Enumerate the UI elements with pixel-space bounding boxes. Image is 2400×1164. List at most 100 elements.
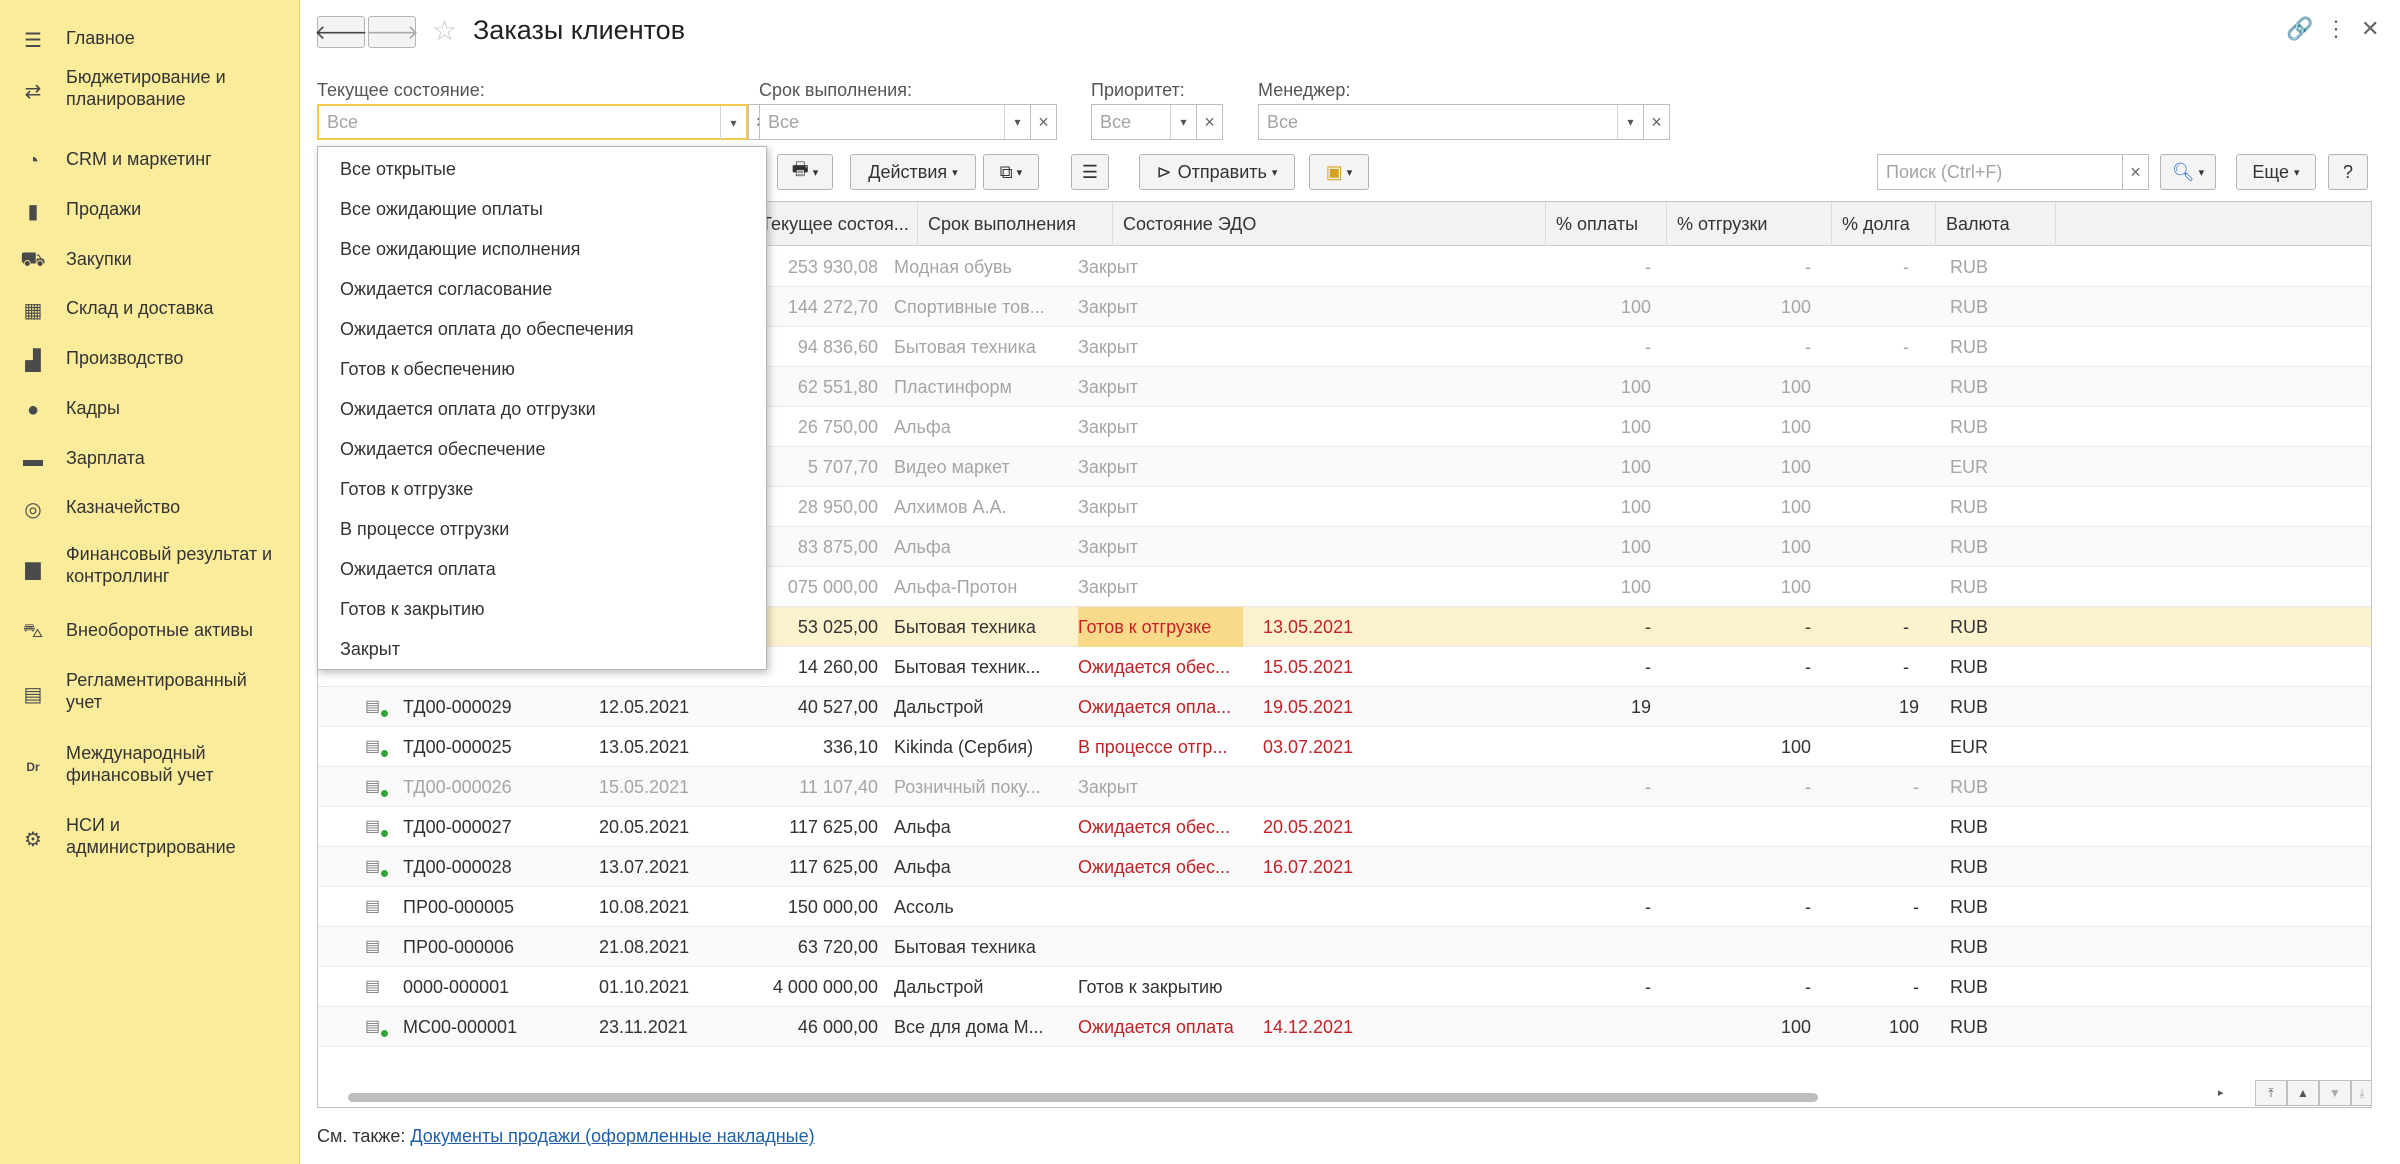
sidebar-item-label: Финансовый результат и контроллинг <box>66 544 273 586</box>
scroll-up-button[interactable]: ▲ <box>2287 1080 2319 1106</box>
ship-cell: 100 <box>1780 297 1811 317</box>
table-row[interactable]: ▤ 0000-000001 01.10.2021 4 000 000,00 Дальст… <box>318 967 2371 1007</box>
sum-cell: 144 272,70 <box>787 297 878 317</box>
document-icon: ▤ <box>365 859 388 877</box>
column-header[interactable]: Состояние ЭДО <box>1113 202 1546 246</box>
help-button[interactable]: ? <box>2328 154 2368 190</box>
dropdown-option[interactable]: Ожидается оплата до отгрузки <box>340 399 596 420</box>
scroll-down-button[interactable]: ▼ <box>2319 1080 2351 1106</box>
horizontal-scrollbar[interactable] <box>348 1093 1818 1102</box>
dropdown-option[interactable]: В процессе отгрузки <box>340 519 509 540</box>
manager-clear-button[interactable]: × <box>1644 104 1670 140</box>
column-header[interactable]: % оплаты <box>1546 202 1667 246</box>
status-cell: Закрыт <box>1078 377 1138 397</box>
table-row[interactable]: ▤ ТД00-000027 20.05.2021 117 625,00 Альфа Ожи… <box>318 807 2371 847</box>
table-row[interactable]: ▤ ПР00-000006 21.08.2021 63 720,00 Бытовая т… <box>318 927 2371 967</box>
ship-cell <box>1691 807 1811 847</box>
actions-button[interactable]: Действия ▾ <box>850 154 976 190</box>
dropdown-option[interactable]: Ожидается обеспечение <box>340 439 546 460</box>
debt-cell: 19 <box>1898 697 1919 717</box>
report-button[interactable]: ☰ <box>1071 154 1109 190</box>
link-icon[interactable]: 🔗 <box>2286 16 2313 42</box>
debt-cell <box>1819 367 1909 407</box>
column-header[interactable]: Текущее состоя... <box>751 202 918 246</box>
manager-filter-field[interactable]: Все ▾ <box>1258 104 1644 140</box>
dropdown-option[interactable]: Готов к закрытию <box>340 599 485 620</box>
sum-cell: 26 750,00 <box>797 417 878 437</box>
date-cell: 21.08.2021 <box>599 937 690 957</box>
chevron-down-icon[interactable]: ▾ <box>1004 105 1030 139</box>
table-row[interactable]: ▤ ТД00-000029 12.05.2021 40 527,00 Дальстрой… <box>318 687 2371 727</box>
dropdown-option[interactable]: Все ожидающие исполнения <box>340 239 580 260</box>
table-row[interactable]: ▤ ТД00-000028 13.07.2021 117 625,00 Альфа Ожи… <box>318 847 2371 887</box>
status-cell: Закрыт <box>1078 577 1138 597</box>
scroll-right-arrow-icon[interactable]: ▸ <box>2218 1086 2224 1099</box>
client-cell: Альфа <box>894 817 951 837</box>
back-button[interactable]: 🡐 <box>314 16 368 48</box>
due-clear-button[interactable]: × <box>1031 104 1057 140</box>
priority-filter-field[interactable]: Все ▾ <box>1091 104 1197 140</box>
status-cell: В процессе отгр... <box>1078 737 1228 757</box>
scroll-bottom-button[interactable]: ⤓ <box>2351 1080 2371 1106</box>
client-cell: Видео маркет <box>894 457 1010 477</box>
dropdown-option[interactable]: Готов к обеспечению <box>340 359 515 380</box>
pay-cell: - <box>1645 257 1651 277</box>
dropdown-option[interactable]: Готов к отгрузке <box>340 479 473 500</box>
more-button[interactable]: Еще ▾ <box>2236 154 2316 190</box>
currency-cell: RUB <box>1950 497 1989 517</box>
pay-cell <box>1541 927 1651 967</box>
dropdown-option[interactable]: Ожидается оплата <box>340 559 496 580</box>
number-cell: ТД00-000026 <box>403 777 512 797</box>
chevron-down-icon[interactable]: ▾ <box>1170 105 1196 139</box>
forward-button[interactable]: 🡒 <box>365 16 419 48</box>
sidebar-item-label: Зарплата <box>66 448 145 468</box>
debt-cell: - <box>1903 337 1909 357</box>
column-header[interactable]: Срок выполнения <box>918 202 1113 246</box>
chevron-down-icon[interactable]: ▾ <box>720 106 746 140</box>
number-cell: ТД00-000028 <box>403 857 512 877</box>
dropdown-option[interactable]: Ожидается согласование <box>340 279 552 300</box>
close-icon[interactable]: ✕ <box>2361 16 2379 42</box>
create-based-on-button[interactable]: ⧉ ▾ <box>983 154 1039 190</box>
client-cell: Альфа <box>894 857 951 877</box>
search-clear-button[interactable]: × <box>2123 154 2149 190</box>
dropdown-option[interactable]: Ожидается оплата до обеспечения <box>340 319 634 340</box>
print-button[interactable]: 🖶 ▾ <box>777 154 833 190</box>
priority-clear-button[interactable]: × <box>1197 104 1223 140</box>
debt-cell <box>1819 927 1919 967</box>
dropdown-option[interactable]: Закрыт <box>340 639 400 660</box>
sum-cell: 94 836,60 <box>797 337 878 357</box>
pay-cell: - <box>1645 657 1651 677</box>
table-row[interactable]: ▤ ПР00-000005 10.08.2021 150 000,00 Ассоль - -… <box>318 887 2371 927</box>
column-header[interactable]: % долга <box>1832 202 1936 246</box>
currency-cell: EUR <box>1950 457 1989 477</box>
attachments-button[interactable]: ▣ ▾ <box>1309 154 1369 190</box>
ship-cell <box>1691 927 1811 967</box>
sales-documents-link[interactable]: Документы продажи (оформленные накладные… <box>410 1126 814 1146</box>
favorite-star-icon[interactable]: ☆ <box>432 14 457 47</box>
ship-cell: 100 <box>1780 1017 1811 1037</box>
search-button[interactable]: 🔍︎ ▾ <box>2160 154 2216 190</box>
dropdown-option[interactable]: Все открытые <box>340 159 456 180</box>
more-vertical-icon[interactable]: ⋮ <box>2325 16 2347 42</box>
status-cell: Ожидается оплата <box>1078 1017 1234 1037</box>
status-cell: Ожидается обес... <box>1078 817 1230 837</box>
ship-cell: 100 <box>1780 457 1811 477</box>
table-row[interactable]: ▤ ТД00-000025 13.05.2021 336,10 Kikinda (Сер… <box>318 727 2371 767</box>
table-row[interactable]: ▤ ТД00-000026 15.05.2021 11 107,40 Розничный… <box>318 767 2371 807</box>
scroll-top-button[interactable]: ⤒ <box>2255 1080 2287 1106</box>
debt-cell <box>1819 487 1909 527</box>
due-filter-field[interactable]: Все ▾ <box>759 104 1031 140</box>
dropdown-option[interactable]: Все ожидающие оплаты <box>340 199 543 220</box>
factory-icon: ▟ <box>25 349 41 372</box>
due-filter-label: Срок выполнения: <box>759 80 912 100</box>
send-button[interactable]: ⊳ Отправить ▾ <box>1139 154 1295 190</box>
attachment-icon: ▣ <box>1325 161 1343 182</box>
column-header[interactable]: % отгрузки <box>1667 202 1832 246</box>
status-filter-field[interactable]: Все ▾ <box>317 104 748 140</box>
table-row[interactable]: ▤ МС00-000001 23.11.2021 46 000,00 Все для д… <box>318 1007 2371 1047</box>
search-input[interactable]: Поиск (Ctrl+F) <box>1877 154 2123 190</box>
debt-cell <box>1819 727 1919 767</box>
column-header[interactable]: Валюта <box>1936 202 2056 246</box>
chevron-down-icon[interactable]: ▾ <box>1617 105 1643 139</box>
